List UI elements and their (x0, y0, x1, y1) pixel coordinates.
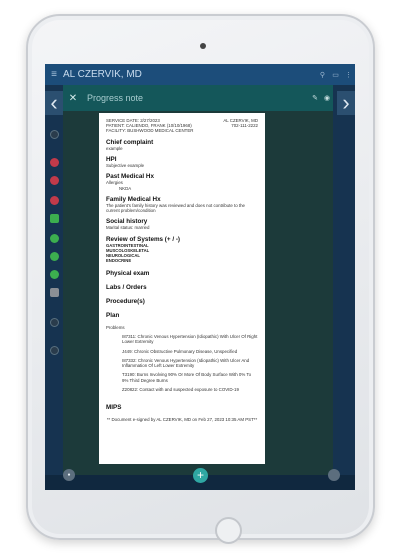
view-icon[interactable]: ◉ (321, 94, 333, 102)
more-icon[interactable]: ⋮ (342, 71, 355, 79)
search-icon[interactable]: ⚲ (316, 71, 329, 79)
allergies-value: NKDA (119, 185, 132, 191)
camera (200, 43, 206, 49)
past-medical-heading: Past Medical Hx (106, 173, 154, 181)
user-avatar-button[interactable]: ● (63, 469, 75, 481)
family-history-heading: Family Medical Hx (106, 195, 161, 203)
procedures-heading: Procedure(s) (106, 297, 145, 305)
list-avatar (50, 130, 59, 139)
provider-phone: 702-111-2222 (231, 123, 258, 129)
problem-item: J449: Chronic Obstructive Pulmonary Dise… (122, 348, 238, 354)
mips-heading: MIPS (106, 404, 122, 412)
add-icon[interactable]: + (193, 468, 208, 483)
facility-line: FACILITY: BUSHWOOD MEDICAL CENTER (106, 128, 194, 134)
document-header: SERVICE DATE: 2/27/2023 PATIENT: CALIEND… (106, 118, 258, 134)
status-dot (50, 214, 59, 223)
labs-orders-heading: Labs / Orders (106, 283, 147, 291)
status-dot (50, 196, 59, 205)
chief-complaint-text: example (106, 145, 123, 151)
social-history-text: Marital status: married (106, 225, 150, 231)
home-button[interactable] (215, 517, 242, 544)
list-avatar (50, 318, 59, 327)
ros-heading: Review of Systems (+ / -) (106, 235, 181, 243)
dialog-title: Progress note (87, 93, 144, 103)
hpi-heading: HPI (106, 155, 117, 163)
plan-heading: Plan (106, 311, 120, 319)
left-rail (45, 85, 63, 475)
social-history-heading: Social history (106, 218, 148, 226)
family-history-text: The patient's family history was reviewe… (106, 202, 245, 214)
problem-item: I87332: Chronic Venous Hypertension (Idi… (122, 357, 250, 369)
signature-line: ** Document e-signed by AL CZERVIK, MD o… (106, 417, 258, 423)
problem-item: Z20822: Contact with and suspected expos… (122, 387, 239, 393)
problem-item: T3190: Burns Involving 90% Or More Of Bo… (122, 372, 252, 383)
dialog-header: ✕ Progress note ✎ ◉ (63, 85, 333, 111)
status-dot (50, 234, 59, 243)
status-dot (50, 158, 59, 167)
list-avatar (50, 346, 59, 355)
status-dot (50, 176, 59, 185)
physical-exam-heading: Physical exam (106, 269, 150, 277)
problem-item: I87311: Chronic Venous Hypertension (Idi… (122, 333, 258, 345)
status-dot (50, 270, 59, 279)
right-rail (333, 85, 355, 475)
chevron-left-icon[interactable]: ‹ (45, 91, 63, 115)
settings-button[interactable] (328, 469, 340, 481)
menu-icon[interactable]: ≡ (45, 69, 63, 80)
status-dot (50, 288, 59, 297)
screen: ≡ AL CZERVIK, MD ⚲ ▭ ⋮ ‹ › ✕ Progress no… (45, 64, 355, 490)
hpi-text: Subjective example (106, 162, 145, 168)
edit-icon[interactable]: ✎ (309, 94, 321, 102)
chief-complaint-heading: Chief complaint (106, 138, 154, 146)
ros-item: ENDOCRINE (106, 257, 132, 263)
chevron-right-icon[interactable]: › (337, 91, 355, 115)
problems-label: Problems (106, 324, 125, 330)
close-icon[interactable]: ✕ (63, 93, 83, 104)
status-dot (50, 252, 59, 261)
clipboard-icon[interactable]: ▭ (329, 71, 342, 79)
app-bar: ≡ AL CZERVIK, MD ⚲ ▭ ⋮ (45, 64, 355, 85)
app-title: AL CZERVIK, MD (63, 69, 142, 80)
progress-note-document: SERVICE DATE: 2/27/2023 PATIENT: CALIEND… (99, 113, 265, 464)
